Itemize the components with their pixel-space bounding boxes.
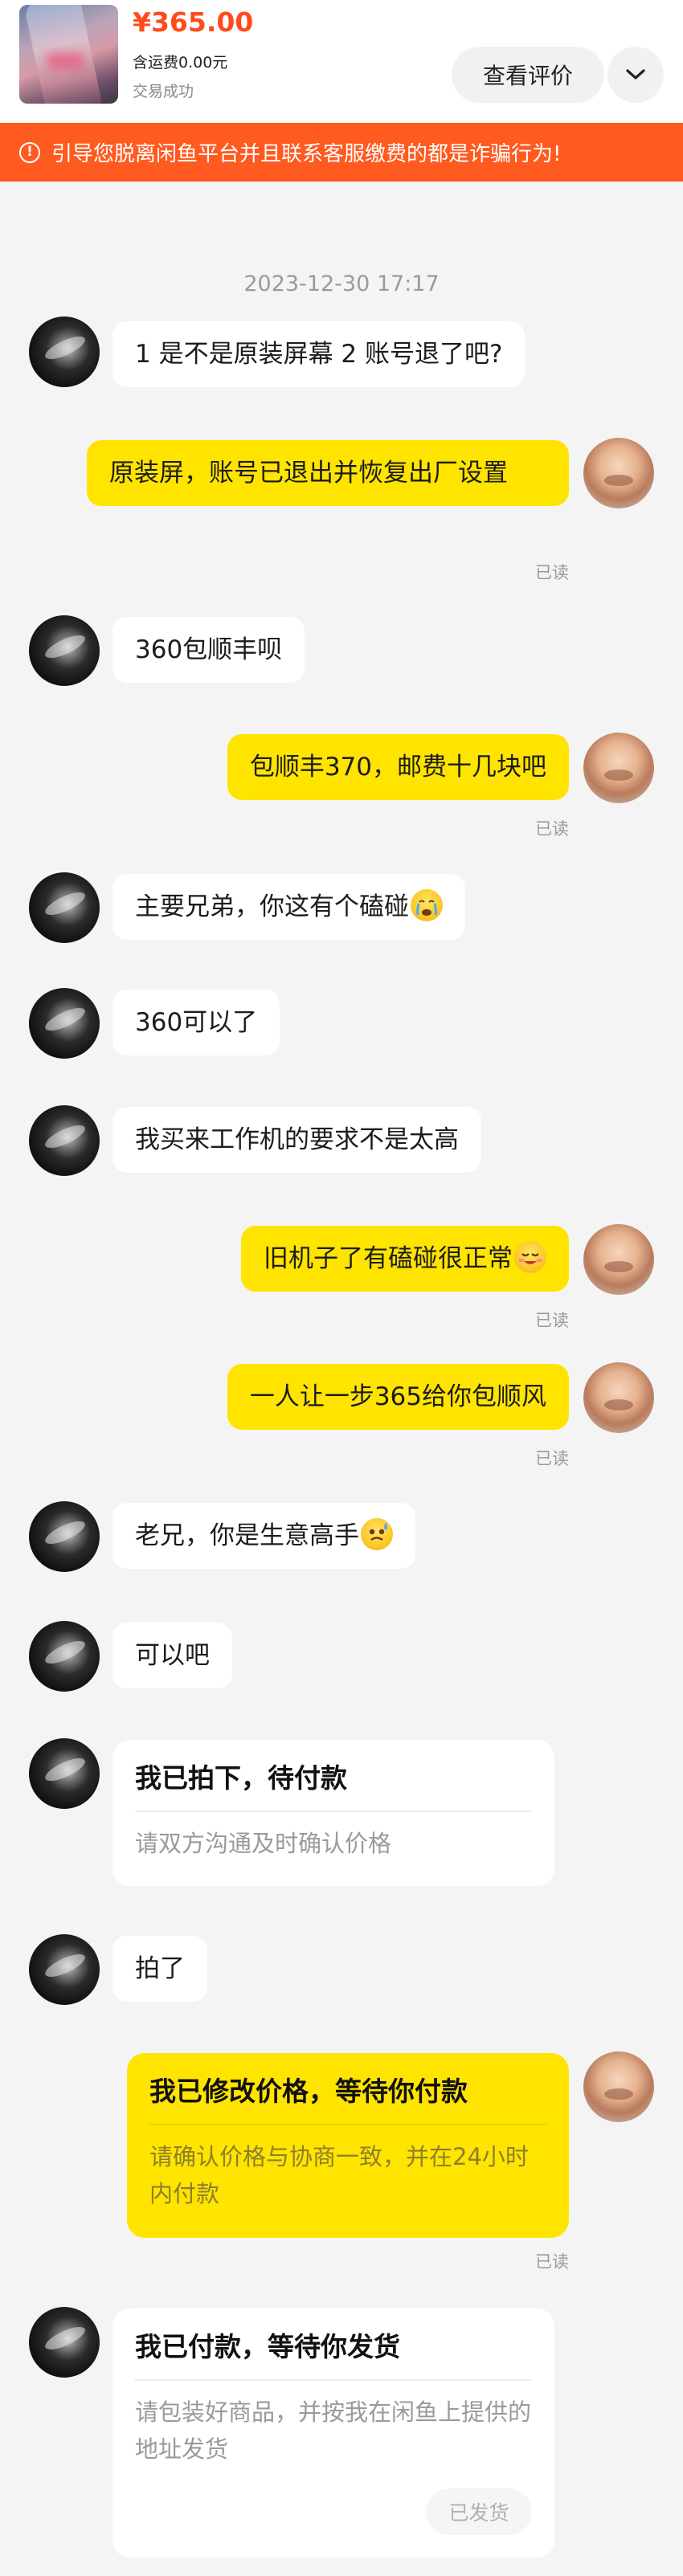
avatar-other[interactable]	[29, 615, 100, 686]
expand-button[interactable]	[607, 47, 664, 103]
message-bubble: 360可以了	[112, 990, 280, 1055]
card-body: 请包装好商品，并按我在闲鱼上提供的地址发货	[135, 2398, 532, 2463]
avatar-other[interactable]	[29, 316, 100, 387]
card-divider	[149, 2124, 546, 2125]
avatar-self[interactable]	[583, 1362, 654, 1433]
read-receipt: 已读	[535, 819, 569, 839]
message-bubble: 旧机子了有磕碰很正常	[241, 1226, 569, 1292]
message-bubble: 原装屏，账号已退出并恢复出厂设置	[87, 440, 569, 506]
card-title: 我已修改价格，等待你付款	[149, 2076, 468, 2107]
message-bubble: 可以吧	[112, 1623, 232, 1688]
view-review-button[interactable]: 查看评价	[452, 47, 604, 103]
message-bubble: 拍了	[112, 1936, 207, 2002]
trade-status: 交易成功	[133, 83, 194, 100]
shipped-button[interactable]: 已发货	[426, 2488, 532, 2535]
avatar-other[interactable]	[29, 988, 100, 1059]
order-card-placed[interactable]: 我已拍下，待付款 请双方沟通及时确认价格	[112, 1740, 554, 1886]
alert-circle-icon: !	[19, 141, 40, 163]
avatar-other[interactable]	[29, 1738, 100, 1809]
order-price: ¥365.00	[133, 6, 254, 38]
chat-timestamp: 2023-12-30 17:17	[243, 271, 440, 296]
message-bubble: 我买来工作机的要求不是太高	[112, 1107, 481, 1173]
order-card-price-changed[interactable]: 我已修改价格，等待你付款 请确认价格与协商一致，并在24小时内付款	[127, 2053, 569, 2238]
product-thumbnail[interactable]	[19, 5, 118, 104]
order-card-paid[interactable]: 我已付款，等待你发货 请包装好商品，并按我在闲鱼上提供的地址发货 已发货	[112, 2309, 554, 2558]
avatar-other[interactable]	[29, 872, 100, 943]
avatar-other[interactable]	[29, 1105, 100, 1176]
avatar-other[interactable]	[29, 2307, 100, 2378]
message-bubble: 360包顺丰呗	[112, 617, 305, 683]
message-bubble: 1 是不是原装屏幕 2 账号退了吧?	[112, 321, 526, 387]
fraud-warning-banner: ! 引导您脱离闲鱼平台并且联系客服缴费的都是诈骗行为!	[0, 123, 683, 182]
smirk-face-icon	[514, 1241, 546, 1273]
read-receipt: 已读	[535, 1449, 569, 1468]
avatar-self[interactable]	[583, 1224, 654, 1295]
card-body: 请双方沟通及时确认价格	[135, 1830, 392, 1857]
sweat-smile-face-icon	[361, 1518, 393, 1550]
avatar-other[interactable]	[29, 1934, 100, 2005]
card-body: 请确认价格与协商一致，并在24小时内付款	[149, 2143, 529, 2207]
read-receipt: 已读	[535, 2252, 569, 2272]
card-divider	[135, 2379, 532, 2381]
message-bubble: 主要兄弟，你这有个磕碰	[112, 874, 465, 940]
avatar-self[interactable]	[583, 2051, 654, 2122]
avatar-other[interactable]	[29, 1621, 100, 1692]
crying-face-icon	[411, 889, 443, 921]
card-title: 我已拍下，待付款	[135, 1762, 347, 1794]
card-divider	[135, 1811, 532, 1812]
avatar-other[interactable]	[29, 1501, 100, 1572]
avatar-self[interactable]	[583, 733, 654, 803]
read-receipt: 已读	[535, 1311, 569, 1330]
shipping-fee: 含运费0.00元	[133, 54, 228, 71]
avatar-self[interactable]	[583, 438, 654, 508]
order-header: ¥365.00 含运费0.00元 交易成功 查看评价	[0, 0, 683, 123]
card-title: 我已付款，等待你发货	[135, 2331, 400, 2362]
chevron-down-icon	[626, 69, 645, 80]
message-bubble: 一人让一步365给你包顺风	[227, 1364, 569, 1430]
read-receipt: 已读	[535, 563, 569, 582]
message-bubble: 包顺丰370，邮费十几块吧	[227, 734, 569, 800]
warning-text: 引导您脱离闲鱼平台并且联系客服缴费的都是诈骗行为!	[51, 142, 562, 166]
message-bubble: 老兄，你是生意高手	[112, 1503, 415, 1569]
